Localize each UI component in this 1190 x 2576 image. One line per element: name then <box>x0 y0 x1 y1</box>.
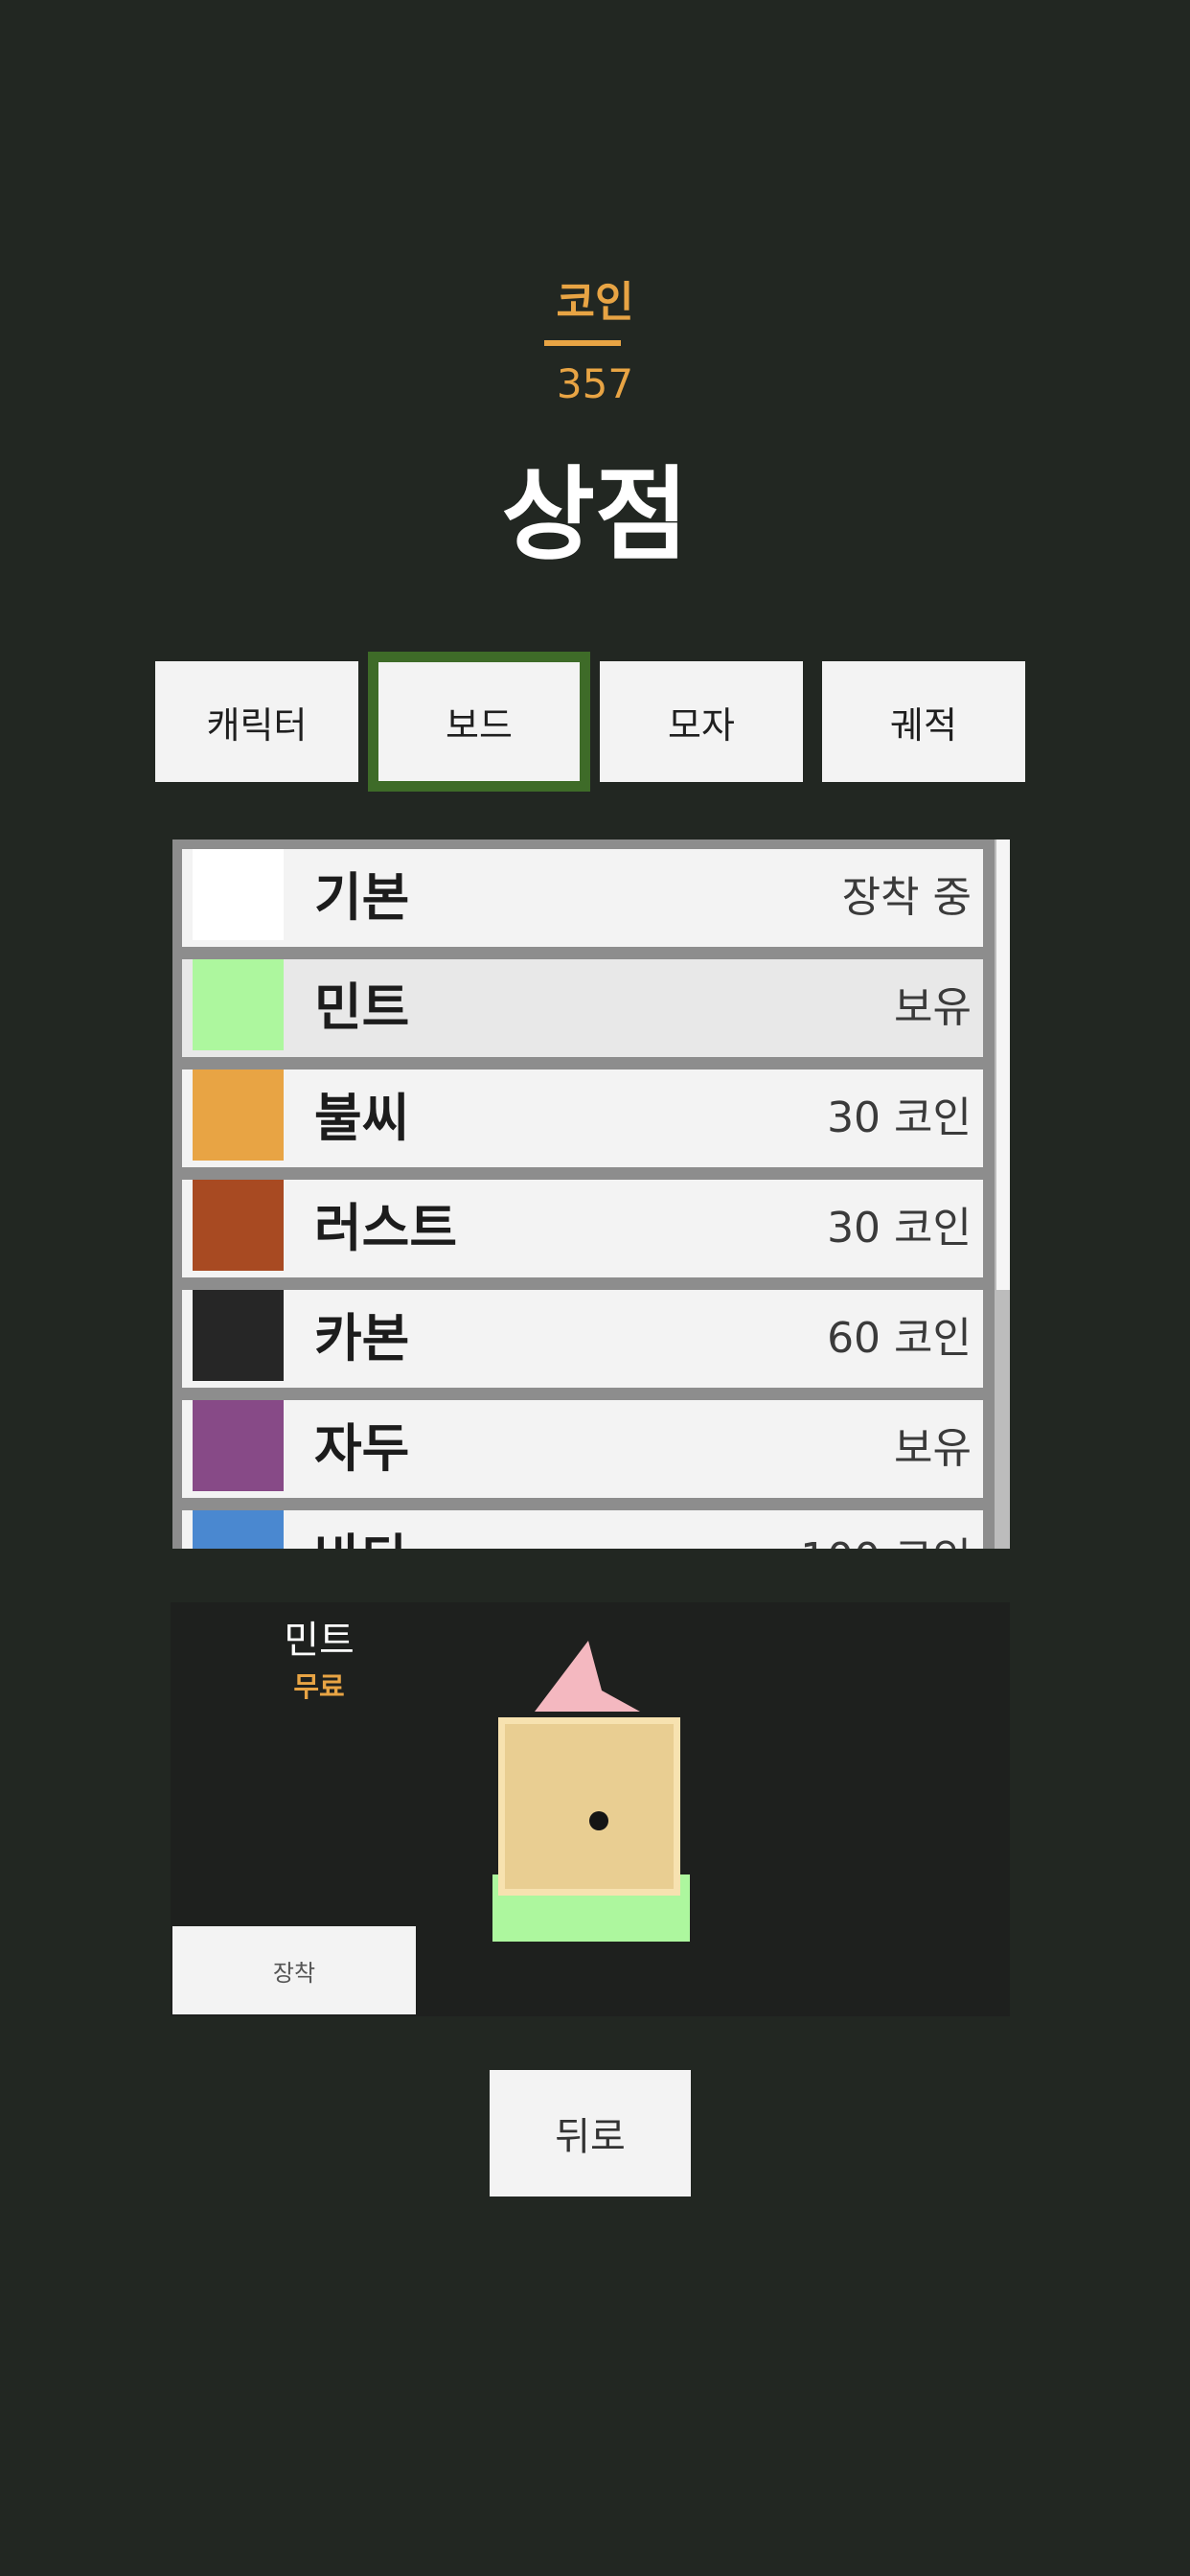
item-status: 100 코인 <box>800 1510 972 1549</box>
tab-board[interactable]: 보드 <box>368 652 590 792</box>
list-item[interactable]: 자두 보유 <box>182 1400 983 1498</box>
color-swatch <box>193 1510 284 1549</box>
color-swatch <box>193 1180 284 1271</box>
color-swatch <box>193 959 284 1050</box>
color-swatch <box>193 1290 284 1381</box>
party-hat-icon <box>535 1641 640 1712</box>
character-eye-icon <box>589 1811 608 1830</box>
tab-hat[interactable]: 모자 <box>600 661 803 782</box>
coin-underline <box>544 340 621 346</box>
party-hat-shape <box>535 1641 640 1712</box>
scrollbar-thumb[interactable] <box>996 840 1010 1290</box>
list-item[interactable]: 기본 장착 중 <box>182 849 983 947</box>
item-name: 자두 <box>314 1418 410 1479</box>
preview-character <box>498 1717 680 1896</box>
item-status: 60 코인 <box>827 1314 972 1363</box>
item-name: 기본 <box>314 867 410 928</box>
color-swatch <box>193 849 284 940</box>
tab-trail[interactable]: 궤적 <box>822 661 1025 782</box>
item-name: 불씨 <box>314 1088 410 1148</box>
item-status: 보유 <box>894 1424 972 1473</box>
item-status: 장착 중 <box>841 873 972 922</box>
item-name: 민트 <box>314 978 410 1038</box>
item-list[interactable]: 기본 장착 중 민트 보유 불씨 30 코인 러스트 30 코인 카본 60 코… <box>172 840 1010 1549</box>
list-item[interactable]: 러스트 30 코인 <box>182 1180 983 1277</box>
list-item[interactable]: 불씨 30 코인 <box>182 1070 983 1167</box>
item-name: 바다 <box>314 1510 409 1549</box>
item-name: 카본 <box>314 1308 410 1368</box>
item-name: 러스트 <box>314 1198 458 1258</box>
color-swatch <box>193 1070 284 1161</box>
coin-value: 357 <box>556 360 634 407</box>
page-title: 상점 <box>501 456 689 574</box>
color-swatch <box>193 1400 284 1491</box>
preview-item-price: 무료 <box>293 1670 345 1703</box>
item-status: 30 코인 <box>827 1204 972 1253</box>
list-item[interactable]: 바다 100 코인 <box>182 1510 983 1549</box>
item-status: 보유 <box>894 983 972 1032</box>
item-status: 30 코인 <box>827 1093 972 1142</box>
preview-panel: 민트 무료 장착 <box>171 1602 1010 2016</box>
list-item[interactable]: 카본 60 코인 <box>182 1290 983 1388</box>
back-button[interactable]: 뒤로 <box>490 2070 691 2196</box>
list-item[interactable]: 민트 보유 <box>182 959 983 1057</box>
equip-button[interactable]: 장착 <box>172 1926 416 2014</box>
preview-item-name: 민트 <box>284 1619 355 1663</box>
tab-character[interactable]: 캐릭터 <box>155 661 358 782</box>
coin-label: 코인 <box>556 278 634 327</box>
